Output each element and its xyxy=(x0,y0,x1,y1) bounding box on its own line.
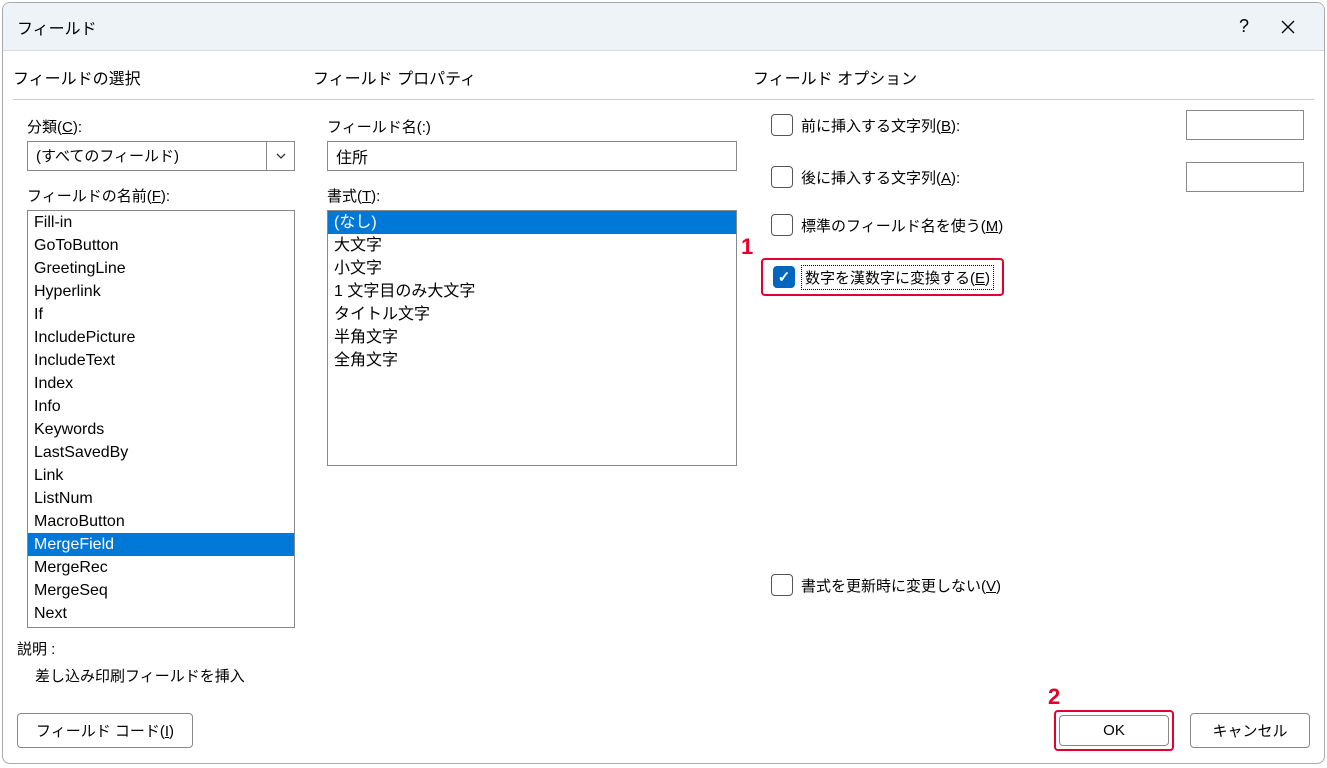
dialog-title: フィールド xyxy=(17,15,1222,39)
field-dialog: フィールド ? フィールドの選択 分類(C): (すべてのフィールド) フィール… xyxy=(2,2,1325,764)
option-standard-name: 標準のフィールド名を使う(M) xyxy=(771,214,1314,236)
list-item[interactable]: ListNum xyxy=(28,487,294,510)
dialog-body: フィールドの選択 分類(C): (すべてのフィールド) フィールドの名前(F):… xyxy=(3,51,1324,632)
description-text: 差し込み印刷フィールドを挿入 xyxy=(35,665,1310,686)
category-dropdown-button[interactable] xyxy=(266,142,294,170)
list-item[interactable]: 大文字 xyxy=(328,234,736,257)
footer: 説明 : 差し込み印刷フィールドを挿入 フィールド コード(I) 2 OK キャ… xyxy=(3,632,1324,763)
list-item[interactable]: 半角文字 xyxy=(328,326,736,349)
annotation-1: 1 xyxy=(741,234,753,260)
list-item[interactable]: 1 文字目のみ大文字 xyxy=(328,280,736,303)
text-before-input[interactable] xyxy=(1186,110,1304,140)
list-item[interactable]: GoToButton xyxy=(28,234,294,257)
section-head-selection: フィールドの選択 xyxy=(13,63,313,100)
list-item[interactable]: MergeRec xyxy=(28,556,294,579)
close-icon xyxy=(1281,20,1295,34)
list-item[interactable]: Keywords xyxy=(28,418,294,441)
category-value: (すべてのフィールド) xyxy=(28,142,266,170)
field-selection-column: フィールドの選択 分類(C): (すべてのフィールド) フィールドの名前(F):… xyxy=(13,63,313,632)
field-code-button[interactable]: フィールド コード(I) xyxy=(17,713,193,748)
annotation-2-box: OK xyxy=(1054,710,1174,751)
text-after-input[interactable] xyxy=(1186,162,1304,192)
convert-kanji-label: 数字を漢数字に変換する(E) xyxy=(803,267,992,288)
titlebar: フィールド ? xyxy=(3,3,1324,51)
list-item[interactable]: If xyxy=(28,303,294,326)
standard-name-checkbox[interactable] xyxy=(771,214,793,236)
category-label: 分類(C): xyxy=(27,116,307,137)
list-item[interactable]: Info xyxy=(28,395,294,418)
list-item[interactable]: 小文字 xyxy=(328,257,736,280)
option-text-before: 前に挿入する文字列(B): xyxy=(771,110,1314,140)
list-item[interactable]: GreetingLine xyxy=(28,257,294,280)
list-item[interactable]: Next xyxy=(28,602,294,625)
fieldname-input-label: フィールド名(:) xyxy=(327,116,747,137)
section-head-properties: フィールド プロパティ xyxy=(313,63,753,100)
description-label: 説明 : xyxy=(17,638,1310,659)
text-after-checkbox[interactable] xyxy=(771,166,793,188)
list-item[interactable]: タイトル文字 xyxy=(328,303,736,326)
ok-button[interactable]: OK xyxy=(1059,715,1169,746)
chevron-down-icon xyxy=(276,153,286,159)
fields-listbox[interactable]: Fill-inGoToButtonGreetingLineHyperlinkIf… xyxy=(27,210,295,628)
list-item[interactable]: Link xyxy=(28,464,294,487)
annotation-1-box: 数字を漢数字に変換する(E) xyxy=(761,258,1004,296)
fieldname-list-label: フィールドの名前(F): xyxy=(27,185,307,206)
format-label: 書式(T): xyxy=(327,185,747,206)
list-item[interactable]: MergeSeq xyxy=(28,579,294,602)
fieldname-input[interactable]: 住所 xyxy=(327,141,737,171)
preserve-format-checkbox[interactable] xyxy=(771,574,793,596)
category-combo[interactable]: (すべてのフィールド) xyxy=(27,141,295,171)
option-text-after: 後に挿入する文字列(A): xyxy=(771,162,1314,192)
option-preserve-format: 書式を更新時に変更しない(V) xyxy=(771,574,1314,596)
list-item[interactable]: (なし) xyxy=(328,211,736,234)
close-button[interactable] xyxy=(1266,5,1310,49)
list-item[interactable]: IncludePicture xyxy=(28,326,294,349)
list-item[interactable]: Index xyxy=(28,372,294,395)
field-options-column: フィールド オプション 前に挿入する文字列(B): 後に挿入する文字列(A): xyxy=(753,63,1314,632)
text-before-checkbox[interactable] xyxy=(771,114,793,136)
list-item[interactable]: 全角文字 xyxy=(328,349,736,372)
cancel-button[interactable]: キャンセル xyxy=(1190,713,1310,748)
convert-kanji-checkbox[interactable] xyxy=(773,266,795,288)
list-item[interactable]: MergeField xyxy=(28,533,294,556)
list-item[interactable]: Hyperlink xyxy=(28,280,294,303)
annotation-2: 2 xyxy=(1048,684,1060,710)
list-item[interactable]: LastSavedBy xyxy=(28,441,294,464)
formats-listbox[interactable]: (なし)大文字小文字1 文字目のみ大文字タイトル文字半角文字全角文字 xyxy=(327,210,737,466)
section-head-options: フィールド オプション xyxy=(753,63,1314,100)
list-item[interactable]: MacroButton xyxy=(28,510,294,533)
button-row: フィールド コード(I) 2 OK キャンセル xyxy=(17,710,1310,751)
field-properties-column: フィールド プロパティ フィールド名(:) 住所 書式(T): (なし)大文字小… xyxy=(313,63,753,632)
help-button[interactable]: ? xyxy=(1222,5,1266,49)
list-item[interactable]: Fill-in xyxy=(28,211,294,234)
list-item[interactable]: IncludeText xyxy=(28,349,294,372)
